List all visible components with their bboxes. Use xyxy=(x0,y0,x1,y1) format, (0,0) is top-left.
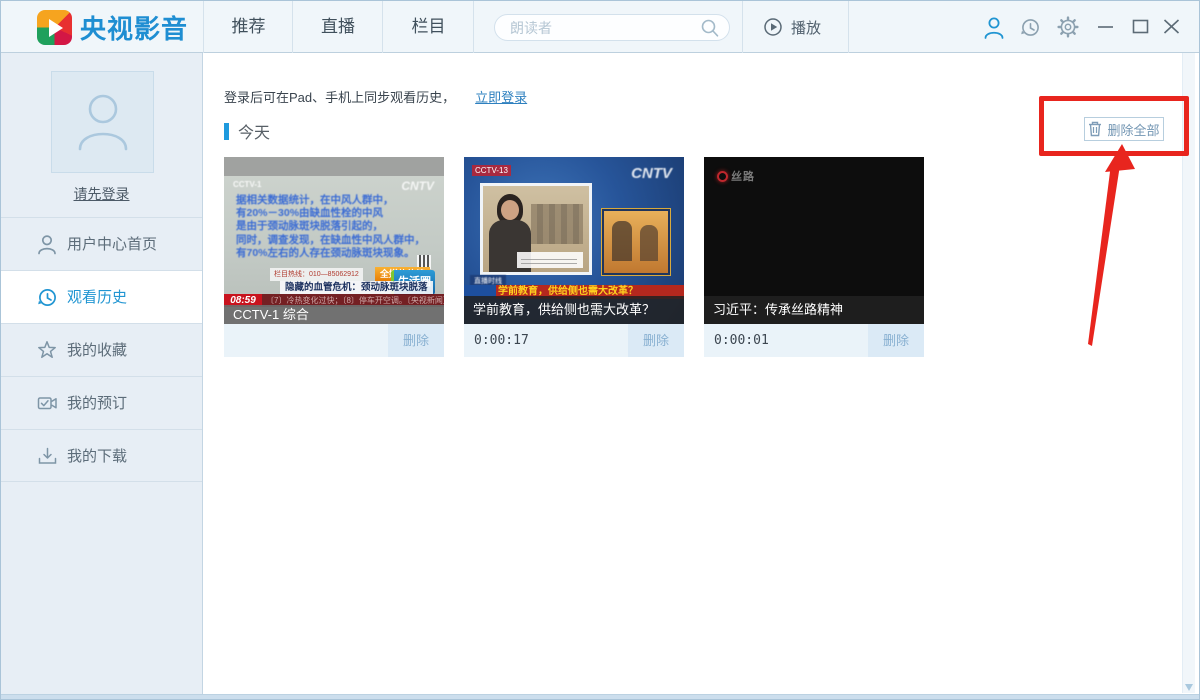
video-title: CCTV-1 综合 xyxy=(224,305,444,324)
video-duration: 0:00:01 xyxy=(714,324,769,357)
delete-button[interactable]: 删除 xyxy=(628,324,684,357)
studio-inset-left xyxy=(480,183,592,275)
close-button[interactable] xyxy=(1163,19,1180,34)
delete-button[interactable]: 删除 xyxy=(388,324,444,357)
history-icon[interactable] xyxy=(1020,17,1041,38)
search-icon[interactable] xyxy=(700,18,721,39)
card-footer: 删除 xyxy=(224,324,444,357)
sidebar-item-label: 用户中心首页 xyxy=(67,218,157,271)
video-card: 丝路 习近平：传承丝路精神 0:00:01 删除 xyxy=(704,157,924,357)
sync-notice-text: 登录后可在Pad、手机上同步观看历史， xyxy=(224,90,455,105)
sidebar-item-user-center[interactable]: 用户中心首页 xyxy=(1,217,202,270)
search-box xyxy=(494,14,730,41)
maximize-button[interactable] xyxy=(1132,19,1149,34)
sidebar-item-label: 我的下载 xyxy=(67,430,127,483)
app-title: 央视影音 xyxy=(80,9,188,46)
window-bottom-edge xyxy=(1,694,1199,699)
login-now-link[interactable]: 立即登录 xyxy=(475,90,527,105)
sync-notice: 登录后可在Pad、手机上同步观看历史， 立即登录 xyxy=(224,87,527,106)
channel-logo: CCTV-1 xyxy=(233,180,261,189)
scrollbar-track[interactable] xyxy=(1182,53,1195,693)
video-title: 学前教育，供给侧也需大改革？ xyxy=(464,296,684,324)
video-thumbnail[interactable]: CCTV-1 CNTV 据相关数据统计，在中风人群中， 有20%－30%由缺血性… xyxy=(224,157,444,324)
avatar-person-icon xyxy=(72,89,134,155)
avatar[interactable] xyxy=(51,71,154,173)
sidebar-item-label: 我的预订 xyxy=(67,377,127,430)
card-footer: 0:00:01 删除 xyxy=(704,324,924,357)
commentator-figure xyxy=(501,200,519,220)
tab-live[interactable]: 直播 xyxy=(293,1,383,53)
delete-button[interactable]: 删除 xyxy=(868,324,924,357)
sidebar-item-label: 我的收藏 xyxy=(67,324,127,377)
download-icon xyxy=(37,446,58,466)
minimize-button[interactable] xyxy=(1097,19,1114,34)
search-input[interactable] xyxy=(510,15,695,40)
user-icon[interactable] xyxy=(983,16,1005,40)
sidebar-item-watch-history[interactable]: 观看历史 xyxy=(1,270,202,323)
delete-all-label: 删除全部 xyxy=(1107,120,1159,139)
hotline-text: 栏目热线：010—85062912 xyxy=(270,268,363,281)
title-bar: 央视影音 推荐 直播 栏目 播放 xyxy=(1,1,1199,53)
star-icon xyxy=(37,340,57,360)
video-card: CCTV-1 CNTV 据相关数据统计，在中风人群中， 有20%－30%由缺血性… xyxy=(224,157,444,357)
watermark: CNTV xyxy=(631,165,672,182)
sidebar-item-downloads[interactable]: 我的下载 xyxy=(1,429,202,482)
delete-all-button[interactable]: 删除全部 xyxy=(1084,117,1164,141)
video-title: 习近平：传承丝路精神 xyxy=(704,296,924,324)
video-duration: 0:00:17 xyxy=(474,324,529,357)
app-window: 央视影音 推荐 直播 栏目 播放 xyxy=(0,0,1200,700)
sidebar-menu: 用户中心首页 观看历史 我的收藏 xyxy=(1,217,202,482)
history-icon xyxy=(37,287,58,308)
program-logo: 丝路 xyxy=(717,168,755,184)
video-card: CCTV-13 CNTV 直播时线 学前教育，供给侧也需大改革？ 学前教育，供给… xyxy=(464,157,684,357)
sidebar-item-reservations[interactable]: 我的预订 xyxy=(1,376,202,429)
channel-logo: CCTV-13 xyxy=(472,165,511,176)
login-prompt-link[interactable]: 请先登录 xyxy=(1,184,202,204)
tab-channels[interactable]: 栏目 xyxy=(383,1,474,53)
classroom-scene xyxy=(531,204,583,244)
section-accent-bar xyxy=(224,123,229,140)
app-logo[interactable]: 央视影音 xyxy=(37,9,188,46)
logo-text: 丝路 xyxy=(731,168,755,184)
sidebar: 请先登录 用户中心首页 观看历史 xyxy=(1,53,203,699)
headline-banner: 隐藏的血管危机：颈动脉斑块脱落 xyxy=(280,281,433,294)
reservation-camera-icon xyxy=(37,393,58,413)
sidebar-item-label: 观看历史 xyxy=(67,271,127,324)
sidebar-item-favorites[interactable]: 我的收藏 xyxy=(1,323,202,376)
divider xyxy=(848,1,849,53)
app-logo-icon xyxy=(37,10,72,45)
tab-recommend[interactable]: 推荐 xyxy=(204,1,293,53)
play-label: 播放 xyxy=(791,17,821,38)
play-button[interactable]: 播放 xyxy=(763,1,821,53)
play-circle-icon xyxy=(763,17,783,37)
scroll-down-arrow[interactable] xyxy=(1185,684,1193,691)
watermark: CNTV xyxy=(401,179,434,193)
settings-gear-icon[interactable] xyxy=(1057,16,1079,38)
trash-icon xyxy=(1088,121,1102,137)
section-header-today: 今天 xyxy=(224,119,270,143)
logo-ring-icon xyxy=(717,171,728,182)
divider xyxy=(742,1,743,53)
video-thumbnail[interactable]: 丝路 习近平：传承丝路精神 xyxy=(704,157,924,324)
user-icon xyxy=(37,234,57,255)
card-footer: 0:00:17 删除 xyxy=(464,324,684,357)
letterbox-bar xyxy=(224,157,444,176)
caption-box xyxy=(517,252,583,268)
video-thumbnail[interactable]: CCTV-13 CNTV 直播时线 学前教育，供给侧也需大改革？ 学前教育，供给… xyxy=(464,157,684,324)
thumbnail-caption-text: 据相关数据统计，在中风人群中， 有20%－30%由缺血性栓的中风 是由于颈动脉斑… xyxy=(236,194,436,260)
studio-inset-right xyxy=(602,209,670,275)
section-title: 今天 xyxy=(238,119,270,143)
